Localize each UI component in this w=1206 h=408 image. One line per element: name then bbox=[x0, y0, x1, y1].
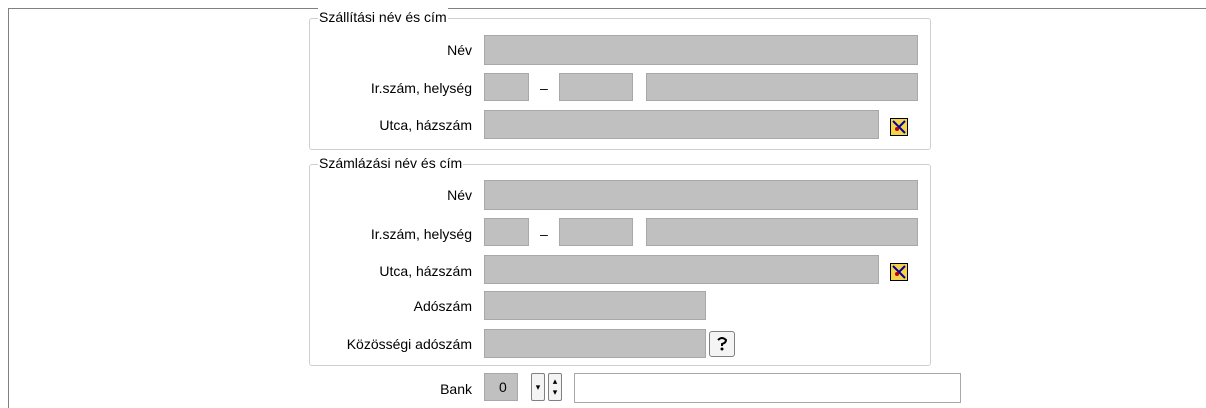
billing-name-label: Név bbox=[447, 187, 472, 203]
bank-name-field[interactable] bbox=[574, 373, 961, 403]
window-top-border bbox=[8, 8, 1206, 9]
shipping-city-field[interactable] bbox=[646, 73, 918, 101]
billing-zip2-field[interactable] bbox=[559, 218, 633, 246]
shipping-street-label: Utca, házszám bbox=[379, 117, 472, 133]
map-pin-icon[interactable] bbox=[890, 118, 908, 136]
billing-zip1-field[interactable] bbox=[484, 218, 529, 246]
map-pin-icon[interactable] bbox=[890, 263, 908, 281]
shipping-zip1-field[interactable] bbox=[484, 73, 529, 101]
window-left-border bbox=[8, 8, 9, 408]
bank-label: Bank bbox=[440, 381, 472, 397]
bank-number-field[interactable]: 0 bbox=[484, 373, 518, 401]
shipping-zip-label: Ir.szám, helység bbox=[370, 80, 472, 96]
billing-legend: Számlázási név és cím bbox=[318, 154, 464, 172]
tax-number-label: Adószám bbox=[413, 298, 472, 314]
shipping-legend: Szállítási név és cím bbox=[318, 8, 448, 26]
shipping-name-label: Név bbox=[447, 42, 472, 58]
billing-street-label: Utca, házszám bbox=[379, 263, 472, 279]
spinner-icon[interactable]: ▴ ▾ bbox=[548, 373, 562, 401]
billing-street-field[interactable] bbox=[484, 255, 879, 284]
shipping-zip2-field[interactable] bbox=[559, 73, 633, 101]
shipping-name-field[interactable] bbox=[484, 35, 918, 65]
eu-tax-number-field[interactable] bbox=[484, 329, 706, 358]
eu-tax-number-label: Közösségi adószám bbox=[346, 336, 472, 352]
help-icon[interactable] bbox=[709, 331, 735, 357]
dropdown-arrow-icon[interactable]: ▾ bbox=[531, 373, 545, 401]
billing-zip-dash: – bbox=[540, 226, 548, 242]
billing-zip-label: Ir.szám, helység bbox=[370, 226, 472, 242]
tax-number-field[interactable] bbox=[484, 291, 706, 320]
shipping-street-field[interactable] bbox=[484, 110, 879, 139]
billing-city-field[interactable] bbox=[646, 218, 918, 246]
shipping-zip-dash: – bbox=[540, 80, 548, 96]
billing-name-field[interactable] bbox=[484, 180, 918, 210]
